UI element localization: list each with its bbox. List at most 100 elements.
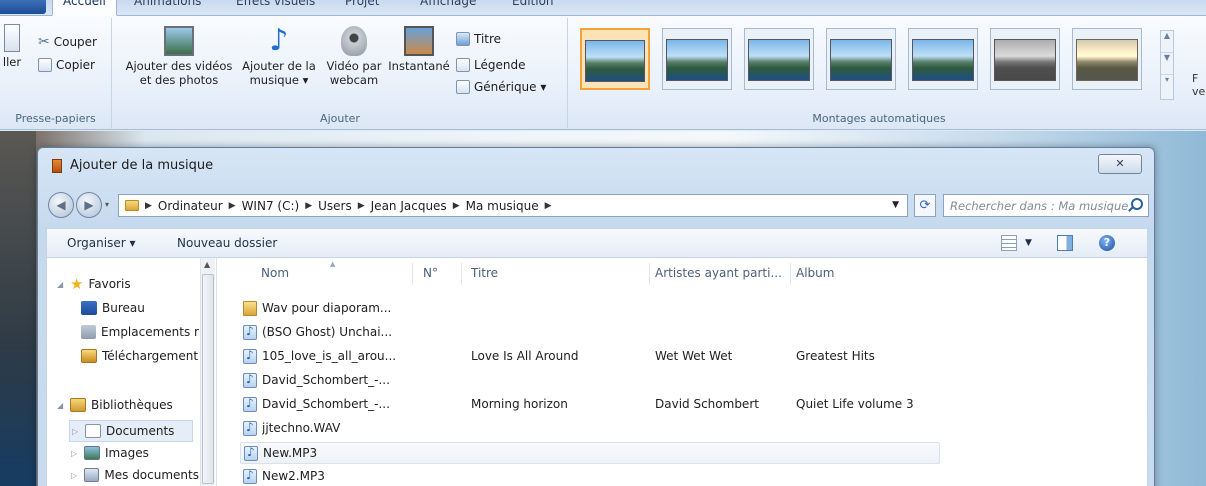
theme-thumbnail[interactable]: [580, 28, 650, 90]
column-divider[interactable]: [412, 263, 413, 285]
tab-affichage[interactable]: Affichage: [420, 0, 476, 16]
close-button[interactable]: ✕: [1098, 154, 1142, 174]
breadcrumb-separator-icon[interactable]: ▶: [305, 201, 312, 211]
expand-arrow-icon[interactable]: ▷: [71, 449, 79, 458]
credits-icon: [456, 80, 470, 94]
my-documents-icon: [83, 468, 100, 482]
nav-images[interactable]: ▷ Images: [71, 446, 149, 460]
theme-gallery-scroll[interactable]: ▲ ▼ ▾: [1160, 30, 1174, 100]
paste-button[interactable]: ller: [0, 24, 24, 69]
breadcrumb-jean-jacques[interactable]: Jean Jacques: [371, 199, 447, 213]
command-toolbar: Organiser ▾ Nouveau dossier ▼ ?: [46, 228, 1148, 258]
theme-thumbnail[interactable]: [908, 28, 978, 90]
theme-thumbnail[interactable]: [744, 28, 814, 90]
breadcrumb-separator-icon[interactable]: ▶: [145, 201, 152, 211]
breadcrumb-separator-icon[interactable]: ▶: [229, 201, 236, 211]
column-header-numero[interactable]: N°: [423, 266, 438, 280]
theme-thumbnail[interactable]: [662, 28, 732, 90]
truncated-ribbon-button[interactable]: F ve: [1192, 72, 1205, 98]
expand-arrow-icon[interactable]: ▷: [72, 427, 80, 436]
file-row[interactable]: New2.MP3: [240, 466, 940, 486]
view-dropdown-icon[interactable]: ▼: [1025, 238, 1032, 248]
nav-bibliotheques[interactable]: ◢ Bibliothèques: [57, 398, 173, 412]
dialog-title-bar[interactable]: Ajouter de la musique ✕: [38, 148, 1154, 184]
gallery-more-icon[interactable]: ▾: [1161, 75, 1173, 97]
nav-mes-documents[interactable]: ▷ Mes documents: [71, 468, 199, 482]
tab-accueil[interactable]: Accueil: [52, 0, 117, 16]
add-music-dialog: Ajouter de la musique ✕ ◀ ▶ ▾ ▶ Ordinate…: [37, 147, 1155, 486]
nav-documents[interactable]: ▷ Documents: [69, 420, 193, 442]
file-row[interactable]: jjtechno.WAV: [240, 418, 940, 440]
music-file-icon: [243, 396, 257, 412]
collapse-arrow-icon[interactable]: ◢: [57, 401, 65, 410]
theme-thumbnail[interactable]: [990, 28, 1060, 90]
tab-edition[interactable]: Édition: [512, 0, 554, 16]
file-row[interactable]: Wav pour diaporam...: [240, 298, 940, 320]
column-header-album[interactable]: Album: [796, 266, 834, 280]
nav-telechargements[interactable]: Téléchargement: [81, 349, 199, 363]
scrollbar-thumb[interactable]: [202, 274, 214, 484]
column-header-artistes[interactable]: Artistes ayant parti...: [655, 266, 790, 280]
help-icon[interactable]: ?: [1099, 235, 1115, 251]
scroll-up-icon[interactable]: ▲: [204, 260, 210, 269]
nav-label: Bibliothèques: [91, 398, 173, 412]
column-divider[interactable]: [649, 263, 650, 285]
file-row[interactable]: 105_love_is_all_arou... Love Is All Arou…: [240, 346, 940, 368]
back-button[interactable]: ◀: [48, 192, 74, 218]
nav-bureau[interactable]: Bureau: [81, 301, 199, 315]
clipboard-group-label: Presse-papiers: [15, 112, 96, 125]
snapshot-button[interactable]: Instantané: [387, 26, 451, 73]
organize-button[interactable]: Organiser ▾: [67, 236, 135, 250]
address-bar[interactable]: ▶ Ordinateur ▶ WIN7 (C:) ▶ Users ▶ Jean …: [118, 194, 908, 217]
file-row[interactable]: New.MP3: [240, 442, 940, 464]
add-music-button[interactable]: ♪ Ajouter de la musique ▾: [237, 26, 321, 88]
column-header-nom[interactable]: Nom: [261, 266, 289, 280]
file-row[interactable]: David_Schombert_-... Morning horizon Dav…: [240, 394, 940, 416]
title-button[interactable]: Titre: [456, 32, 501, 46]
collapse-arrow-icon[interactable]: ◢: [57, 280, 65, 289]
add-videos-photos-button[interactable]: Ajouter des vidéos et des photos: [121, 26, 237, 87]
new-folder-button[interactable]: Nouveau dossier: [177, 236, 277, 250]
caption-button[interactable]: Légende: [456, 58, 525, 72]
breadcrumb-separator-icon[interactable]: ▶: [453, 201, 460, 211]
app-menu-button[interactable]: [0, 0, 46, 14]
sort-ascending-icon: ▲: [330, 260, 336, 268]
breadcrumb-users[interactable]: Users: [318, 199, 352, 213]
music-file-icon: [243, 468, 257, 484]
column-divider[interactable]: [461, 263, 462, 285]
change-view-icon[interactable]: [1001, 235, 1017, 251]
navigation-pane-scrollbar[interactable]: ▲: [200, 258, 215, 486]
nav-emplacements-recents[interactable]: Emplacements r: [81, 325, 199, 339]
forward-button[interactable]: ▶: [76, 192, 102, 218]
file-row[interactable]: David_Schombert_-...: [240, 370, 940, 392]
recent-pages-dropdown-icon[interactable]: ▾: [105, 200, 109, 209]
folder-icon: [243, 301, 257, 316]
search-icon[interactable]: [1131, 198, 1143, 210]
file-row[interactable]: (BSO Ghost) Unchai...: [240, 322, 940, 344]
address-dropdown-icon[interactable]: ▼: [892, 200, 899, 210]
expand-arrow-icon[interactable]: ▷: [71, 471, 79, 480]
tab-projet[interactable]: Projet: [345, 0, 379, 16]
theme-thumbnail[interactable]: [826, 28, 896, 90]
credits-button[interactable]: Générique ▾: [456, 80, 546, 94]
tab-animations[interactable]: Animations: [134, 0, 201, 16]
theme-thumbnail[interactable]: [1072, 28, 1142, 90]
copy-button[interactable]: Copier: [38, 58, 95, 72]
breadcrumb-separator-icon[interactable]: ▶: [545, 201, 552, 211]
column-divider[interactable]: [790, 263, 791, 285]
nav-favoris[interactable]: ◢ ★ Favoris: [57, 277, 131, 291]
refresh-button[interactable]: ⟳: [914, 194, 936, 217]
breadcrumb-separator-icon[interactable]: ▶: [358, 201, 365, 211]
file-album: Quiet Life volume 3: [796, 397, 914, 411]
breadcrumb-ma-musique[interactable]: Ma musique: [466, 199, 539, 213]
webcam-video-button[interactable]: Vidéo par webcam: [321, 26, 387, 87]
breadcrumb-win7-c[interactable]: WIN7 (C:): [242, 199, 300, 213]
preview-pane-icon[interactable]: [1057, 235, 1073, 251]
gallery-down-icon[interactable]: ▼: [1161, 53, 1173, 75]
tab-effets-visuels[interactable]: Effets visuels: [236, 0, 315, 16]
gallery-up-icon[interactable]: ▲: [1161, 31, 1173, 53]
breadcrumb-ordinateur[interactable]: Ordinateur: [158, 199, 223, 213]
cut-button[interactable]: ✂ Couper: [38, 34, 97, 50]
column-header-titre[interactable]: Titre: [471, 266, 498, 280]
search-input[interactable]: Rechercher dans : Ma musique: [943, 194, 1149, 217]
